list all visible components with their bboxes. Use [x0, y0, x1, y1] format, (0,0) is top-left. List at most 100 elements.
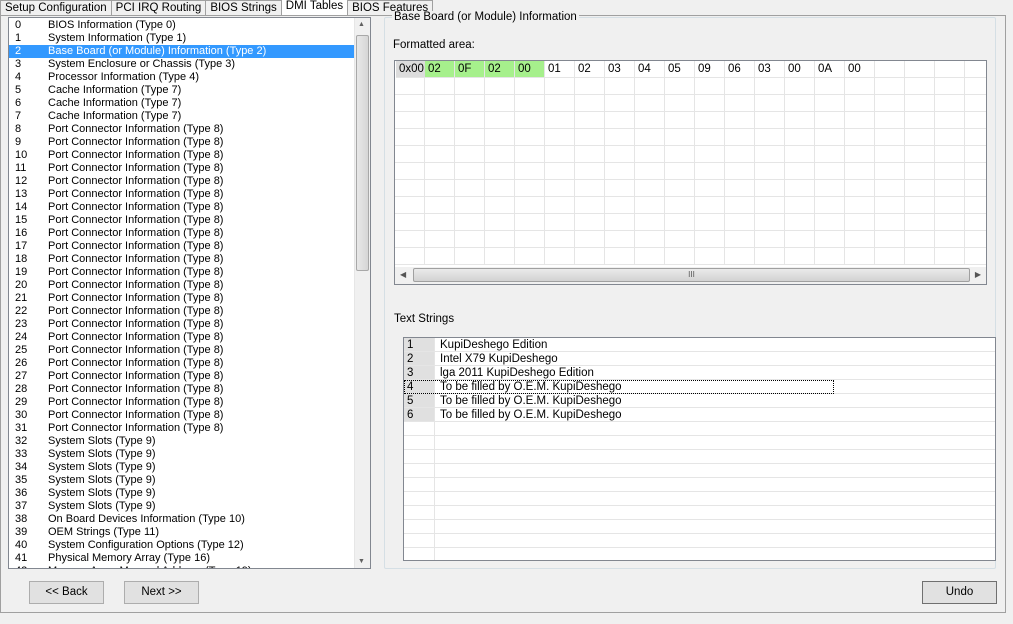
list-item[interactable]: 37 System Slots (Type 9) [9, 500, 355, 513]
hex-cell[interactable]: 02 [485, 61, 515, 78]
hex-cell[interactable] [755, 95, 785, 112]
hex-cell[interactable] [845, 163, 875, 180]
list-scrollbar[interactable]: ▲ ▼ [354, 18, 370, 568]
hex-cell[interactable] [935, 163, 965, 180]
scroll-up-icon[interactable]: ▲ [358, 21, 365, 28]
hex-cell[interactable] [845, 129, 875, 146]
hex-cell[interactable] [515, 78, 545, 95]
hex-cell[interactable] [875, 248, 905, 265]
list-item[interactable]: 6 Cache Information (Type 7) [9, 97, 355, 110]
hex-cell[interactable] [725, 214, 755, 231]
hex-cell[interactable] [815, 163, 845, 180]
hex-cell[interactable] [935, 231, 965, 248]
hex-cell[interactable] [485, 197, 515, 214]
hex-cell[interactable] [785, 231, 815, 248]
list-item[interactable]: 40 System Configuration Options (Type 12) [9, 539, 355, 552]
text-string-row[interactable] [404, 478, 995, 492]
hex-cell[interactable] [515, 197, 545, 214]
hex-cell[interactable] [935, 197, 965, 214]
hex-cell[interactable] [665, 163, 695, 180]
undo-button[interactable]: Undo [922, 581, 997, 604]
hex-cell[interactable] [515, 146, 545, 163]
hex-cell[interactable] [755, 197, 785, 214]
hex-cell[interactable] [485, 214, 515, 231]
hex-cell[interactable] [965, 95, 986, 112]
list-item[interactable]: 20 Port Connector Information (Type 8) [9, 279, 355, 292]
list-item[interactable]: 19 Port Connector Information (Type 8) [9, 266, 355, 279]
hex-cell[interactable] [935, 180, 965, 197]
hex-cell[interactable] [725, 180, 755, 197]
hex-cell[interactable] [695, 146, 725, 163]
text-string-row[interactable] [404, 422, 995, 436]
hex-cell[interactable] [905, 163, 935, 180]
hex-cell[interactable] [575, 112, 605, 129]
hex-cell[interactable] [935, 95, 965, 112]
hex-cell[interactable] [395, 146, 425, 163]
hex-cell[interactable] [455, 146, 485, 163]
hex-cell[interactable] [845, 78, 875, 95]
hex-cell[interactable] [785, 95, 815, 112]
hex-cell[interactable] [935, 78, 965, 95]
hex-cell[interactable] [425, 163, 455, 180]
hex-cell[interactable] [605, 231, 635, 248]
hex-cell[interactable] [695, 180, 725, 197]
hex-cell[interactable] [965, 129, 986, 146]
hex-cell[interactable] [545, 163, 575, 180]
text-string-row[interactable]: 1 KupiDeshego Edition [404, 338, 995, 352]
hex-cell[interactable] [605, 214, 635, 231]
hex-cell[interactable] [515, 163, 545, 180]
hex-cell[interactable]: 00 [785, 61, 815, 78]
list-item[interactable]: 12 Port Connector Information (Type 8) [9, 175, 355, 188]
hex-cell[interactable] [905, 197, 935, 214]
hex-cell[interactable] [845, 95, 875, 112]
hex-cell[interactable] [845, 214, 875, 231]
hex-cell[interactable] [965, 163, 986, 180]
hex-cell[interactable]: 0A [815, 61, 845, 78]
hex-cell[interactable] [875, 197, 905, 214]
hex-cell[interactable] [965, 61, 986, 78]
back-button[interactable]: << Back [29, 581, 104, 604]
hex-cell[interactable] [785, 112, 815, 129]
hex-cell[interactable] [635, 214, 665, 231]
list-item[interactable]: 18 Port Connector Information (Type 8) [9, 253, 355, 266]
hex-cell[interactable] [905, 129, 935, 146]
hex-cell[interactable] [695, 129, 725, 146]
hex-cell[interactable] [425, 129, 455, 146]
dmi-structure-list[interactable]: 0 BIOS Information (Type 0) 1 System Inform… [8, 17, 371, 569]
hex-cell[interactable] [725, 146, 755, 163]
list-item[interactable]: 21 Port Connector Information (Type 8) [9, 292, 355, 305]
hex-cell[interactable] [515, 95, 545, 112]
hex-cell[interactable] [935, 146, 965, 163]
text-string-row[interactable] [404, 492, 995, 506]
hex-cell[interactable] [515, 214, 545, 231]
hex-cell[interactable] [695, 163, 725, 180]
list-item[interactable]: 5 Cache Information (Type 7) [9, 84, 355, 97]
hex-cell[interactable] [665, 146, 695, 163]
hex-cell[interactable] [455, 95, 485, 112]
hex-cell[interactable] [755, 231, 785, 248]
hex-cell[interactable] [515, 180, 545, 197]
list-item[interactable]: 7 Cache Information (Type 7) [9, 110, 355, 123]
list-item[interactable]: 33 System Slots (Type 9) [9, 448, 355, 461]
tab-dmi-tables[interactable]: DMI Tables [280, 0, 349, 16]
hex-cell[interactable] [545, 231, 575, 248]
hex-cell[interactable] [575, 78, 605, 95]
list-item[interactable]: 41 Physical Memory Array (Type 16) [9, 552, 355, 565]
hex-cell[interactable]: 03 [605, 61, 635, 78]
hex-cell[interactable] [575, 231, 605, 248]
hex-cell[interactable] [485, 78, 515, 95]
scroll-down-icon[interactable]: ▼ [358, 558, 365, 565]
hex-cell[interactable] [785, 248, 815, 265]
formatted-area-grid[interactable]: 0x00 02 0F 02 00 01 02 03 04 05 09 06 03 00 0A 00 ◀ III… [394, 60, 987, 285]
hex-cell[interactable] [575, 95, 605, 112]
hex-cell[interactable] [845, 180, 875, 197]
hex-cell[interactable] [455, 248, 485, 265]
text-string-row[interactable]: 6 To be filled by O.E.M. KupiDeshego [404, 408, 995, 422]
hex-cell[interactable] [455, 129, 485, 146]
hex-cell[interactable] [575, 163, 605, 180]
hex-cell[interactable] [875, 78, 905, 95]
hex-cell[interactable] [755, 248, 785, 265]
list-item[interactable]: 9 Port Connector Information (Type 8) [9, 136, 355, 149]
hex-cell[interactable] [455, 112, 485, 129]
hex-cell[interactable] [905, 248, 935, 265]
